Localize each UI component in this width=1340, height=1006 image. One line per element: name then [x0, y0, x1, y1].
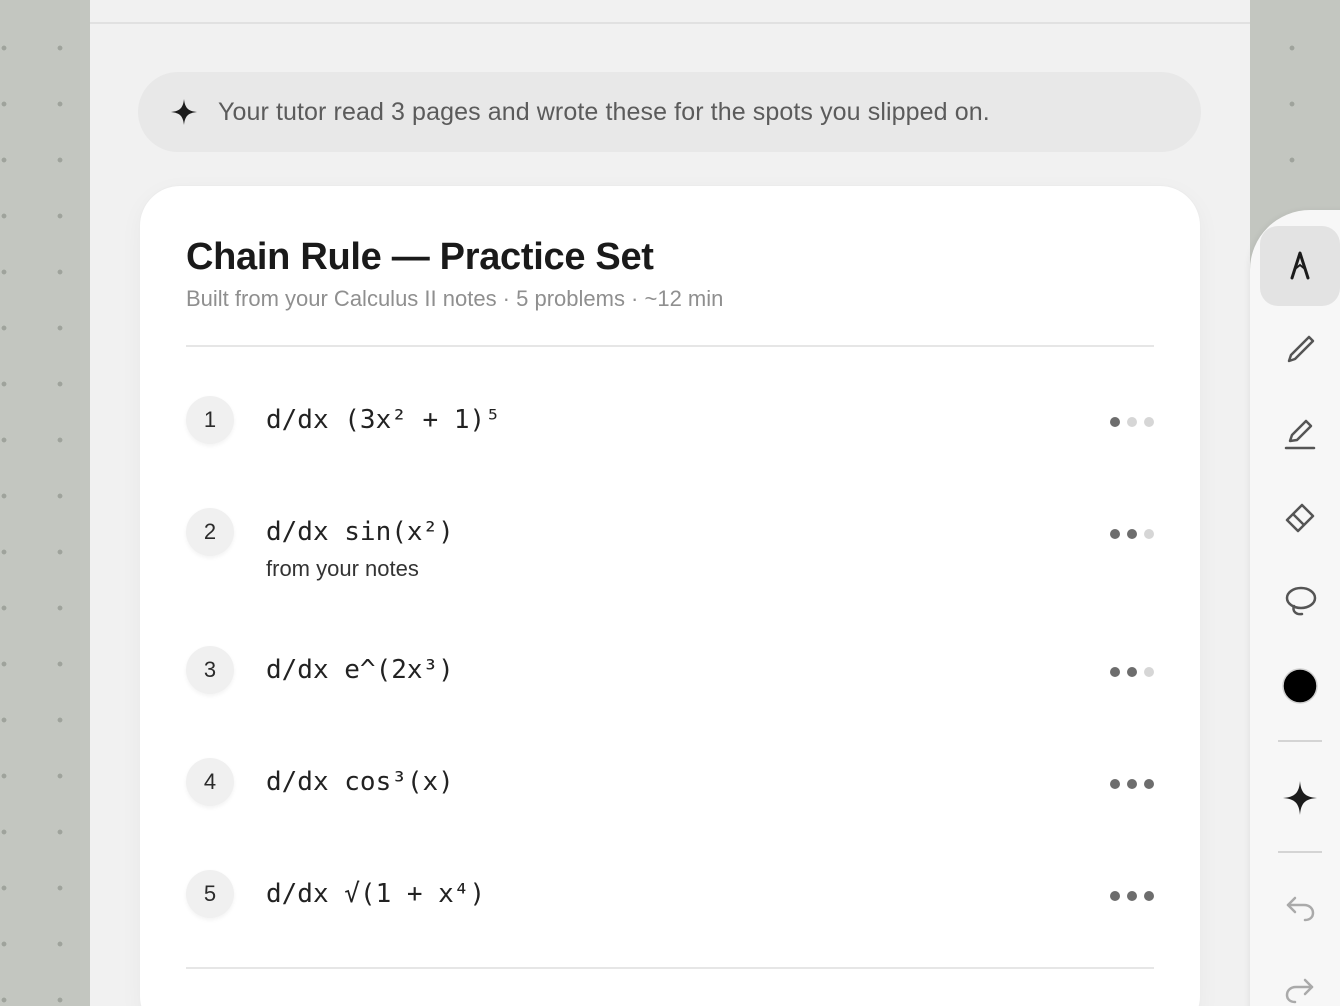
problem-row[interactable]: 4 d/dx cos³(x): [186, 758, 1154, 818]
difficulty-dot: [1144, 529, 1154, 539]
fountain-pen-icon: [1290, 251, 1310, 280]
pencil-tool[interactable]: [1260, 310, 1340, 390]
difficulty-dot: [1127, 417, 1137, 427]
redo-icon: [1285, 978, 1314, 1004]
problem-expression: d/dx √(1 + x⁴): [266, 879, 486, 909]
problem-expression: d/dx sin(x²): [266, 517, 454, 547]
undo[interactable]: [1260, 868, 1340, 948]
ai-assist[interactable]: [1260, 758, 1340, 838]
drawing-toolbar: [1250, 210, 1340, 1006]
undo-icon: [1286, 896, 1315, 922]
sparkle-icon: [1283, 781, 1317, 815]
problem-row[interactable]: 1 d/dx (3x² + 1)⁵: [186, 396, 1154, 456]
difficulty-dot: [1144, 667, 1154, 677]
problem-number: 1: [186, 396, 234, 444]
pen-tool[interactable]: [1260, 226, 1340, 306]
difficulty-dot: [1110, 667, 1120, 677]
pencil-icon: [1287, 335, 1315, 363]
problem-number: 3: [186, 646, 234, 694]
difficulty-dot: [1127, 529, 1137, 539]
difficulty-dot: [1127, 667, 1137, 677]
problem-source-note: from your notes: [266, 556, 419, 581]
difficulty-indicator: [1110, 528, 1156, 540]
eraser-icon: [1285, 503, 1315, 533]
difficulty-dot: [1127, 779, 1137, 789]
problem-row[interactable]: 3 d/dx e^(2x³): [186, 646, 1154, 706]
lasso-tool[interactable]: [1260, 562, 1340, 642]
problem-expression: d/dx cos³(x): [266, 767, 454, 797]
difficulty-dot: [1110, 529, 1120, 539]
lasso-icon: [1285, 586, 1317, 616]
highlighter-tool[interactable]: [1260, 394, 1340, 474]
header-divider: [186, 345, 1154, 347]
eraser-tool[interactable]: [1260, 478, 1340, 558]
color-swatch-icon: [1282, 668, 1318, 704]
difficulty-indicator: [1110, 416, 1156, 428]
card-subtitle: Built from your Calculus II notes · 5 pr…: [186, 286, 724, 311]
difficulty-dot: [1127, 891, 1137, 901]
difficulty-dot: [1144, 417, 1154, 427]
problem-expression: d/dx (3x² + 1)⁵: [266, 405, 501, 435]
problem-row[interactable]: 2 d/dx sin(x²) from your notes: [186, 508, 1156, 581]
color-picker[interactable]: [1260, 646, 1340, 726]
sparkle-icon: [170, 98, 198, 126]
notebook-page: Your tutor read 3 pages and wrote these …: [90, 0, 1250, 1006]
redo[interactable]: [1260, 950, 1340, 1006]
difficulty-dot: [1110, 779, 1120, 789]
difficulty-indicator: [1110, 778, 1156, 790]
tutor-banner: Your tutor read 3 pages and wrote these …: [138, 72, 1201, 152]
problem-number: 2: [186, 508, 234, 556]
difficulty-dot: [1144, 779, 1154, 789]
footer-divider: [186, 967, 1154, 969]
toolbar-separator: [1278, 740, 1322, 742]
problem-expression: d/dx e^(2x³): [266, 655, 454, 685]
banner-text: Your tutor read 3 pages and wrote these …: [218, 97, 990, 126]
practice-set-card: Chain Rule — Practice Set Built from you…: [140, 186, 1200, 1006]
difficulty-indicator: [1110, 666, 1156, 678]
difficulty-indicator: [1110, 890, 1156, 902]
problem-row[interactable]: 5 d/dx √(1 + x⁴): [186, 870, 1154, 930]
toolbar-separator: [1278, 851, 1322, 853]
problem-number: 4: [186, 758, 234, 806]
card-title: Chain Rule — Practice Set: [186, 236, 654, 278]
difficulty-dot: [1144, 891, 1154, 901]
problem-number: 5: [186, 870, 234, 918]
page-top-divider: [90, 22, 1250, 24]
difficulty-dot: [1110, 417, 1120, 427]
highlighter-icon: [1284, 419, 1316, 450]
difficulty-dot: [1110, 891, 1120, 901]
